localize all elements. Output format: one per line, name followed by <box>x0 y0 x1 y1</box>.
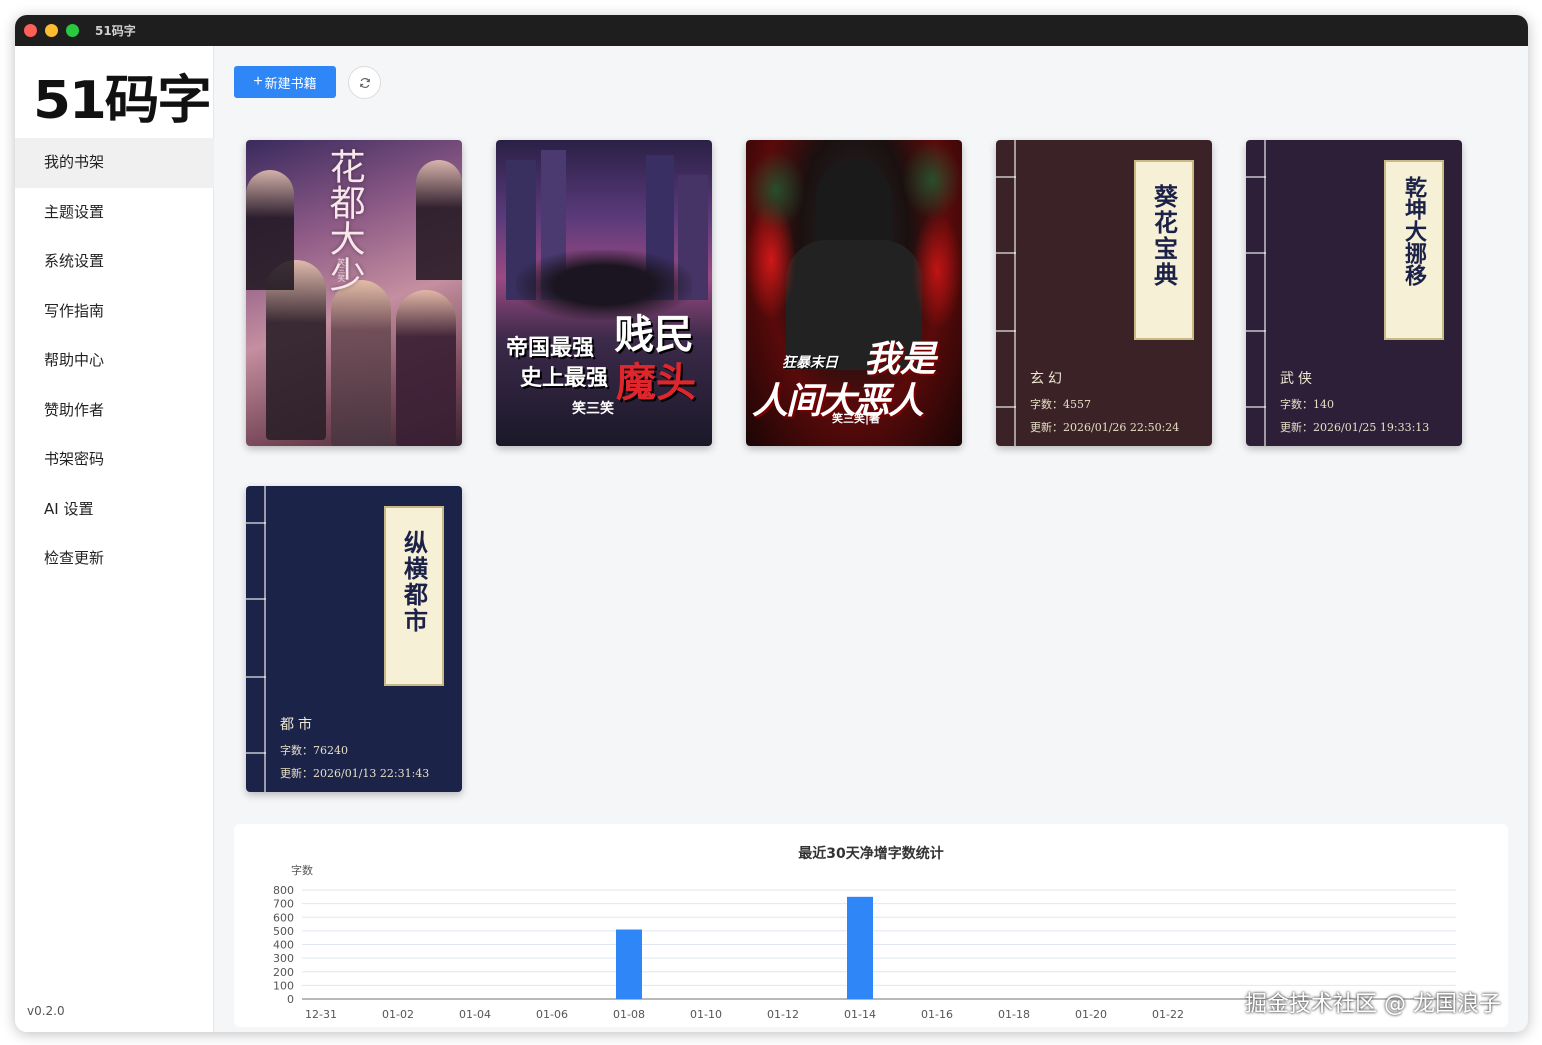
y-tick-label: 700 <box>273 898 294 911</box>
plus-icon: + <box>253 73 263 90</box>
x-tick-label: 12-31 <box>305 1008 337 1021</box>
x-tick-label: 01-12 <box>767 1008 799 1021</box>
cover-line-2: 史上最强 <box>520 366 609 391</box>
cover-author: 笑三笑|著 <box>832 412 881 425</box>
x-tick-label: 01-16 <box>921 1008 953 1021</box>
watermark: 掘金技术社区 @ 龙国浪子 <box>1245 992 1501 1017</box>
book-card[interactable]: 花都大少 笑三笑 <box>246 140 462 446</box>
y-tick-label: 100 <box>273 979 294 992</box>
sidebar-item-ai[interactable]: AI 设置 <box>15 485 214 535</box>
book-card[interactable]: 帝国最强 史上最强 贱民 魔头 笑三笑 <box>496 140 712 446</box>
sidebar-item-guide[interactable]: 写作指南 <box>15 287 214 337</box>
x-tick-label: 01-02 <box>382 1008 414 1021</box>
sidebar-item-system[interactable]: 系统设置 <box>15 237 214 287</box>
sidebar-item-password[interactable]: 书架密码 <box>15 435 214 485</box>
book-updated: 更新：2026/01/26 22:50:24 <box>1030 421 1180 434</box>
book-genre: 都市 <box>280 717 316 733</box>
spine-stitch <box>1246 330 1266 332</box>
window-title: 51码字 <box>95 24 136 38</box>
x-tick-label: 01-22 <box>1152 1008 1184 1021</box>
app-window: 51码字 51码字 我的书架 主题设置 系统设置 写作指南 帮助中心 赞助作者 … <box>15 15 1528 1032</box>
book-genre: 武侠 <box>1280 371 1316 387</box>
y-axis-label: 字数 <box>291 863 313 877</box>
book-spine <box>1246 140 1266 446</box>
cover-small-title: 狂暴末日 <box>782 355 838 371</box>
book-word-count: 字数：76240 <box>280 744 348 757</box>
cover-big-2: 魔头 <box>616 360 696 406</box>
title-bar: 51码字 <box>15 15 1528 46</box>
book-updated: 更新：2026/01/13 22:31:43 <box>280 767 430 780</box>
book-genre: 玄幻 <box>1030 371 1066 387</box>
spine-stitch <box>246 676 266 678</box>
y-tick-label: 0 <box>287 993 294 1006</box>
book-title: 乾坤大挪移 <box>1401 176 1427 286</box>
x-tick-label: 01-08 <box>613 1008 645 1021</box>
spine-stitch <box>1246 406 1266 408</box>
spine-stitch <box>996 330 1016 332</box>
sidebar-item-bookshelf[interactable]: 我的书架 <box>15 138 214 188</box>
book-word-count: 字数：140 <box>1280 398 1334 411</box>
book-title: 葵花宝典 <box>1149 184 1179 288</box>
spine-stitch <box>246 522 266 524</box>
new-book-button[interactable]: + 新建书籍 <box>234 66 336 98</box>
spine-stitch <box>1246 252 1266 254</box>
chart-bar <box>847 896 873 999</box>
sidebar-item-help[interactable]: 帮助中心 <box>15 336 214 386</box>
version-label: v0.2.0 <box>27 1004 65 1018</box>
book-updated: 更新：2026/01/25 19:33:13 <box>1280 421 1430 434</box>
x-tick-label: 01-14 <box>844 1008 876 1021</box>
book-card[interactable]: 乾坤大挪移 武侠 字数：140 更新：2026/01/25 19:33:13 <box>1246 140 1462 446</box>
sidebar-item-update[interactable]: 检查更新 <box>15 534 214 584</box>
y-tick-label: 300 <box>273 952 294 965</box>
y-tick-label: 800 <box>273 884 294 897</box>
spine-stitch <box>996 252 1016 254</box>
book-title-label: 葵花宝典 <box>1134 160 1194 340</box>
book-title-label: 纵横都市 <box>384 506 444 686</box>
minimize-window-button[interactable] <box>45 24 58 37</box>
main-content: + 新建书籍 花都大少 笑三笑 帝国最强 史上最强 贱民 魔头 笑三笑 狂暴末日… <box>215 46 1528 1032</box>
maximize-window-button[interactable] <box>66 24 79 37</box>
app-logo: 51码字 <box>33 71 212 131</box>
book-card[interactable]: 狂暴末日 我是 人间大恶人 笑三笑|著 <box>746 140 962 446</box>
x-tick-label: 01-20 <box>1075 1008 1107 1021</box>
cover-author: 笑三笑 <box>337 258 346 282</box>
x-tick-label: 01-18 <box>998 1008 1030 1021</box>
book-title-label: 乾坤大挪移 <box>1384 160 1444 340</box>
close-window-button[interactable] <box>24 24 37 37</box>
chart-bar <box>616 929 642 999</box>
book-title: 纵横都市 <box>399 530 429 634</box>
refresh-button[interactable] <box>348 66 381 99</box>
new-book-label: 新建书籍 <box>264 75 317 91</box>
book-spine <box>246 486 266 792</box>
spine-stitch <box>996 406 1016 408</box>
sidebar-nav: 我的书架 主题设置 系统设置 写作指南 帮助中心 赞助作者 书架密码 AI 设置… <box>15 138 214 584</box>
y-tick-label: 400 <box>273 939 294 952</box>
sidebar-item-theme[interactable]: 主题设置 <box>15 188 214 238</box>
x-tick-label: 01-06 <box>536 1008 568 1021</box>
spine-stitch <box>996 176 1016 178</box>
sidebar: 51码字 我的书架 主题设置 系统设置 写作指南 帮助中心 赞助作者 书架密码 … <box>15 46 214 1032</box>
chart-title: 最近30天净增字数统计 <box>798 845 943 862</box>
spine-stitch <box>246 598 266 600</box>
y-tick-label: 200 <box>273 966 294 979</box>
spine-stitch <box>246 752 266 754</box>
y-tick-label: 600 <box>273 911 294 924</box>
book-card[interactable]: 葵花宝典 玄幻 字数：4557 更新：2026/01/26 22:50:24 <box>996 140 1212 446</box>
book-spine <box>996 140 1016 446</box>
cover-author: 笑三笑 <box>572 401 614 417</box>
refresh-icon <box>359 77 370 88</box>
sidebar-item-sponsor[interactable]: 赞助作者 <box>15 386 214 436</box>
book-word-count: 字数：4557 <box>1030 398 1091 411</box>
x-tick-label: 01-04 <box>459 1008 491 1021</box>
spine-stitch <box>1246 176 1266 178</box>
cover-line-1: 帝国最强 <box>506 336 595 361</box>
x-tick-label: 01-10 <box>690 1008 722 1021</box>
book-card[interactable]: 纵横都市 都市 字数：76240 更新：2026/01/13 22:31:43 <box>246 486 462 792</box>
y-tick-label: 500 <box>273 925 294 938</box>
